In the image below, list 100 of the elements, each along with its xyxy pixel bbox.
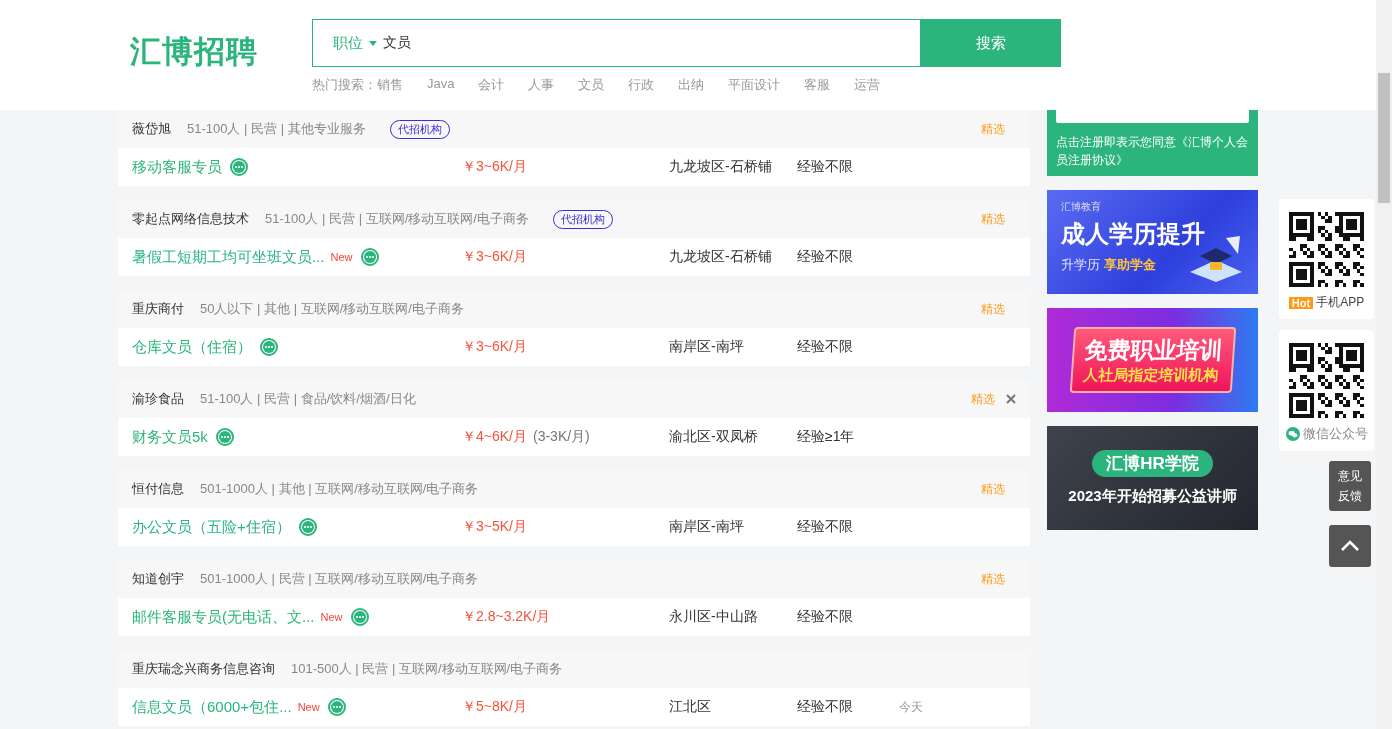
job-location: 南岸区-南坪 bbox=[669, 518, 745, 536]
banner-subtitle: 升学历 享助学金 bbox=[1061, 256, 1157, 274]
back-to-top-button[interactable] bbox=[1329, 525, 1371, 567]
company-info: 51-100人 | 民营 | 其他专业服务 bbox=[187, 120, 366, 138]
company-name[interactable]: 重庆瑞念兴商务信息咨询 bbox=[132, 660, 275, 678]
banner-subtitle: 2023年开始招募公益讲师 bbox=[1068, 487, 1237, 506]
banner-title: 成人学历提升 bbox=[1061, 219, 1206, 249]
experience: 经验≥1年 bbox=[797, 428, 856, 446]
new-label: New bbox=[330, 251, 353, 263]
category-dropdown[interactable]: 职位 bbox=[333, 33, 377, 53]
hot-search-link[interactable]: 客服 bbox=[804, 76, 831, 94]
chat-icon[interactable] bbox=[327, 698, 346, 716]
salary: ￥3~6K/月 bbox=[462, 158, 527, 176]
salary: ￥3~6K/月 bbox=[462, 248, 527, 266]
job-title-link[interactable]: 财务文员5k bbox=[132, 427, 208, 447]
featured-label: 精选 bbox=[981, 210, 1005, 228]
experience: 经验不限 bbox=[797, 338, 854, 356]
salary: ￥3~6K/月 bbox=[462, 338, 527, 356]
qr-card[interactable]: 微信公众号 bbox=[1279, 330, 1374, 451]
salary: ￥3~5K/月 bbox=[462, 518, 527, 536]
job-location: 江北区 bbox=[669, 698, 712, 716]
experience: 经验不限 bbox=[797, 518, 854, 536]
close-icon[interactable] bbox=[1006, 394, 1016, 404]
chat-icon[interactable] bbox=[350, 608, 369, 626]
new-label: New bbox=[297, 701, 320, 713]
ad-banner[interactable]: 免费职业培训 人社局指定培训机构 bbox=[1047, 308, 1258, 412]
qr-caption: 手机APP bbox=[1316, 294, 1365, 311]
salary: ￥4~6K/月 bbox=[462, 428, 527, 446]
job-title-link[interactable]: 办公文员（五险+住宿） bbox=[132, 517, 291, 537]
featured-label: 精选 bbox=[981, 300, 1005, 318]
featured-label: 精选 bbox=[981, 120, 1005, 138]
qr-card[interactable]: Hot 手机APP bbox=[1279, 199, 1374, 319]
logo[interactable]: 汇博招聘 bbox=[130, 31, 312, 69]
hot-search-link[interactable]: 出纳 bbox=[678, 76, 705, 94]
chat-icon[interactable] bbox=[360, 248, 379, 266]
search-field[interactable]: 职位 文员 bbox=[312, 19, 921, 67]
company-name[interactable]: 重庆商付 bbox=[132, 300, 184, 318]
ad-banner[interactable]: 汇博HR学院 2023年开始招募公益讲师 bbox=[1047, 426, 1258, 530]
hot-search-link[interactable]: 文员 bbox=[578, 76, 605, 94]
scrollbar[interactable] bbox=[1376, 0, 1392, 729]
salary-note: (3-3K/月) bbox=[533, 428, 590, 446]
hot-search-link[interactable]: 平面设计 bbox=[728, 76, 781, 94]
chat-icon[interactable] bbox=[298, 518, 317, 536]
featured-label: 精选 bbox=[981, 570, 1005, 588]
job-location: 南岸区-南坪 bbox=[669, 338, 745, 356]
hot-search-label: 热门搜索： bbox=[312, 76, 377, 94]
banner-brand: 汇博教育 bbox=[1061, 200, 1102, 214]
company-name[interactable]: 薇岱旭 bbox=[132, 120, 171, 138]
job-title-link[interactable]: 邮件客服专员(无电话、文... bbox=[132, 607, 315, 627]
chat-icon[interactable] bbox=[230, 158, 248, 176]
company-info: 51-100人 | 民营 | 食品/饮料/烟酒/日化 bbox=[200, 390, 416, 408]
company-info: 101-500人 | 民营 | 互联网/移动互联网/电子商务 bbox=[291, 660, 563, 678]
hot-search-link[interactable]: 运营 bbox=[854, 76, 881, 94]
scrollbar-thumb[interactable] bbox=[1378, 73, 1390, 203]
job-location: 渝北区-双凤桥 bbox=[669, 428, 759, 446]
job-location: 九龙坡区-石桥铺 bbox=[669, 158, 773, 176]
qr-code-icon bbox=[1289, 343, 1364, 418]
banner-title: 汇博HR学院 bbox=[1092, 450, 1213, 477]
job-title-link[interactable]: 暑假工短期工均可坐班文员... bbox=[132, 247, 325, 267]
qr-code-icon bbox=[1289, 212, 1364, 287]
hot-search-link[interactable]: 会计 bbox=[478, 76, 505, 94]
experience: 经验不限 bbox=[797, 158, 854, 176]
company-info: 50人以下 | 其他 | 互联网/移动互联网/电子商务 bbox=[200, 300, 464, 318]
search-button[interactable]: 搜索 bbox=[921, 19, 1061, 67]
hot-search-link[interactable]: 销售 bbox=[377, 76, 403, 94]
hot-search-link[interactable]: 人事 bbox=[528, 76, 555, 94]
hot-search-link[interactable]: Java bbox=[427, 76, 455, 94]
experience: 经验不限 bbox=[797, 608, 854, 626]
chat-icon[interactable] bbox=[215, 428, 234, 446]
company-info: 501-1000人 | 民营 | 互联网/移动互联网/电子商务 bbox=[200, 570, 479, 588]
hot-search-link[interactable]: 行政 bbox=[628, 76, 655, 94]
featured-label: 精选 bbox=[981, 480, 1005, 498]
job-location: 九龙坡区-石桥铺 bbox=[669, 248, 773, 266]
wechat-icon bbox=[1285, 427, 1300, 441]
salary: ￥2.8~3.2K/月 bbox=[462, 608, 551, 626]
company-info: 501-1000人 | 其他 | 互联网/移动互联网/电子商务 bbox=[200, 480, 479, 498]
ad-banner[interactable]: 汇博教育 成人学历提升 升学历 享助学金 bbox=[1047, 190, 1258, 294]
agreement-link[interactable]: 点击注册即表示您同意《汇博个人会员注册协议》 bbox=[1056, 133, 1249, 169]
new-label: New bbox=[320, 611, 343, 623]
chat-icon[interactable] bbox=[260, 338, 278, 356]
company-name[interactable]: 渝珍食品 bbox=[132, 390, 184, 408]
company-name[interactable]: 零起点网络信息技术 bbox=[132, 210, 249, 228]
job-location: 永川区-中山路 bbox=[669, 608, 759, 626]
company-name[interactable]: 恒付信息 bbox=[132, 480, 184, 498]
company-name[interactable]: 知道创宇 bbox=[132, 570, 184, 588]
job-title-link[interactable]: 仓库文员（住宿） bbox=[132, 337, 252, 357]
banner-title: 免费职业培训 bbox=[1083, 336, 1224, 365]
chevron-up-icon bbox=[1340, 540, 1360, 552]
salary: ￥5~8K/月 bbox=[462, 698, 527, 716]
job-title-link[interactable]: 移动客服专员 bbox=[132, 157, 222, 177]
qr-caption: 微信公众号 bbox=[1302, 425, 1368, 443]
feedback-button[interactable]: 意见反馈 bbox=[1329, 461, 1371, 511]
featured-label: 精选 bbox=[971, 390, 995, 408]
hot-badge: Hot bbox=[1288, 296, 1314, 309]
caret-icon bbox=[369, 40, 377, 46]
post-date: 今天 bbox=[899, 698, 923, 716]
experience: 经验不限 bbox=[797, 248, 854, 266]
job-title-link[interactable]: 信息文员（6000+包住... bbox=[132, 697, 292, 717]
experience: 经验不限 bbox=[797, 698, 854, 716]
company-info: 51-100人 | 民营 | 互联网/移动互联网/电子商务 bbox=[265, 210, 529, 228]
